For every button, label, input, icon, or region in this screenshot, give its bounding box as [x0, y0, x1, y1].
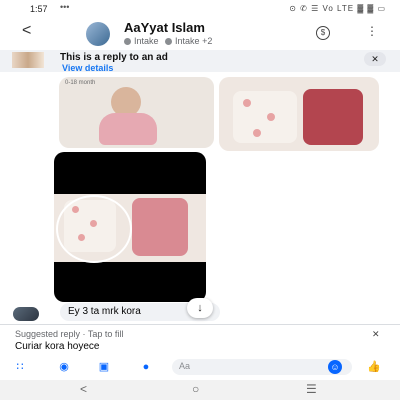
gallery-icon[interactable]: ▣ [96, 360, 112, 374]
message-placeholder: Aa [179, 361, 191, 371]
maroon-romper [303, 89, 363, 145]
subtitle-item-1: Intake [134, 36, 159, 46]
baby-body [99, 113, 157, 145]
nav-back-icon[interactable]: < [80, 382, 87, 396]
payment-icon[interactable]: $ [316, 26, 330, 40]
sender-avatar[interactable] [13, 307, 39, 321]
intake-dot-icon [124, 38, 131, 46]
suggested-reply-header: Suggested reply · Tap to fill [15, 329, 124, 339]
contact-subtitle: Intake Intake +2 [124, 36, 212, 46]
status-indicators: ••• [60, 2, 70, 12]
view-details-link[interactable]: View details [62, 63, 113, 73]
garments-photo[interactable] [219, 77, 379, 151]
marked-photo[interactable] [54, 152, 206, 302]
floral-dot [267, 113, 275, 121]
subtitle-more: +2 [202, 36, 213, 46]
baby-photo[interactable]: 0-18 month [59, 77, 214, 148]
close-icon[interactable]: ✕ [364, 52, 386, 66]
nav-recent-icon[interactable]: ☰ [306, 382, 317, 396]
more-options-icon[interactable]: ⋮ [366, 24, 378, 38]
message-text: Ey 3 ta mrk kora [68, 306, 141, 317]
back-icon[interactable]: < [22, 22, 31, 40]
floral-dot [243, 99, 251, 107]
close-icon[interactable]: ✕ [372, 329, 380, 340]
nav-home-icon[interactable]: ○ [192, 382, 199, 396]
divider [0, 324, 400, 325]
scroll-down-icon[interactable]: ↓ [187, 298, 213, 318]
like-icon[interactable]: 👍 [366, 360, 382, 374]
camera-icon[interactable]: ◉ [56, 360, 72, 374]
floral-dot [253, 129, 261, 137]
composer-bar: ∷ ◉ ▣ ● Aa ☺ 👍 [0, 358, 400, 378]
status-time: 1:57 [30, 4, 48, 14]
floral-romper [233, 91, 297, 143]
voice-icon[interactable]: ● [138, 360, 154, 374]
subtitle-item-2: Intake [175, 36, 200, 46]
ad-reply-banner: This is a reply to an ad View details ✕ [0, 50, 400, 73]
suggested-reply-text[interactable]: Curiar kora hoyece [15, 341, 99, 352]
menu-grid-icon[interactable]: ∷ [12, 360, 28, 374]
marked-photo-content [54, 194, 206, 263]
chat-header: < AaYyat Islam Intake Intake +2 $ ⋮ [0, 18, 400, 48]
status-icons: ⊙ ✆ ☰ Vo LTE ▓ ▓ ▭ [289, 4, 386, 13]
system-nav-bar: < ○ ☰ [0, 380, 400, 400]
banner-title: This is a reply to an ad [60, 52, 168, 63]
emoji-icon[interactable]: ☺ [328, 360, 342, 374]
avatar[interactable] [86, 22, 110, 46]
pink-romper [132, 198, 188, 256]
photo-label: 0-18 month [65, 80, 96, 86]
ad-thumbnail[interactable] [12, 52, 44, 68]
intake-dot-icon [165, 38, 173, 46]
marking-circle [56, 195, 132, 263]
contact-name[interactable]: AaYyat Islam [124, 20, 205, 35]
message-input[interactable]: Aa ☺ [172, 359, 352, 375]
status-bar: 1:57 ••• ⊙ ✆ ☰ Vo LTE ▓ ▓ ▭ [0, 0, 400, 18]
